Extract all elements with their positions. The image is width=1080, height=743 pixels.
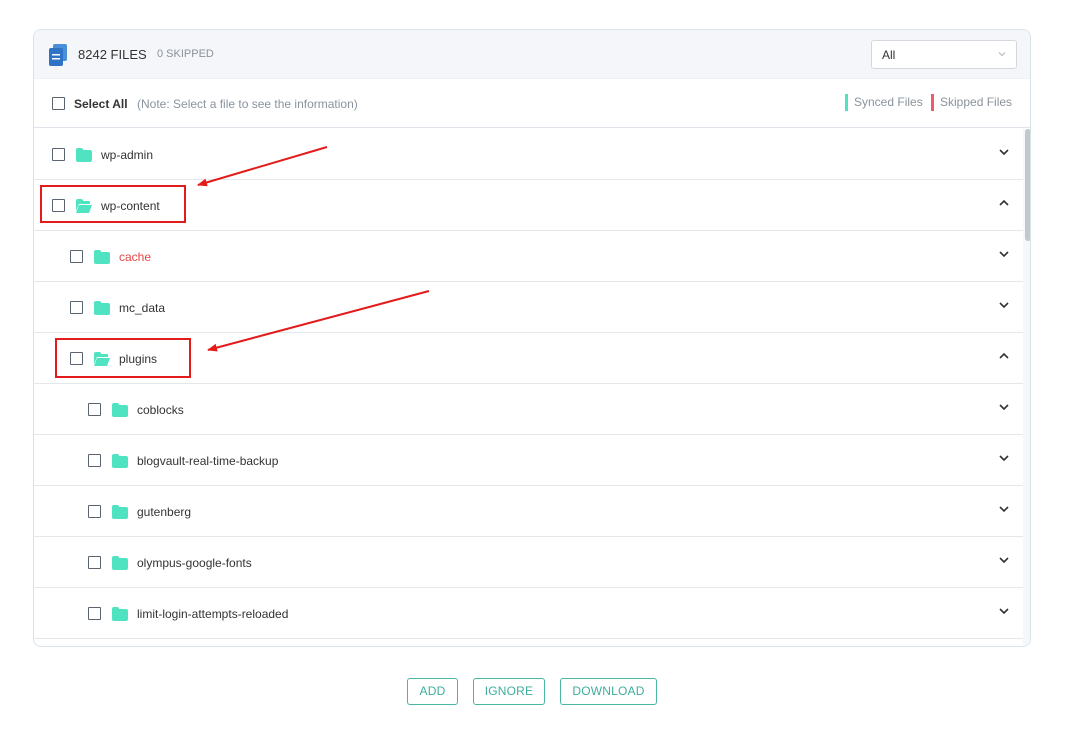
chevron-down-icon[interactable]	[998, 503, 1010, 515]
add-button[interactable]: ADD	[407, 678, 458, 705]
legend-synced-files: Synced Files	[845, 94, 923, 111]
tree-item-name[interactable]: cache	[119, 250, 151, 264]
tree-item-name[interactable]: mc_data	[119, 301, 165, 315]
folder-icon	[112, 454, 128, 468]
folder-icon	[112, 403, 128, 417]
tree-item-name[interactable]: olympus-google-fonts	[137, 556, 252, 570]
ignore-button[interactable]: IGNORE	[473, 678, 545, 705]
folder-icon	[112, 607, 128, 621]
download-button[interactable]: DOWNLOAD	[560, 678, 657, 705]
chevron-up-icon[interactable]	[998, 197, 1010, 209]
tree-item-name[interactable]: wp-admin	[101, 148, 153, 162]
row-checkbox[interactable]	[70, 250, 83, 263]
folder-icon	[112, 505, 128, 519]
tree-item-name[interactable]: gutenberg	[137, 505, 191, 519]
tree-row-mc_data[interactable]: mc_data	[34, 282, 1023, 333]
row-checkbox[interactable]	[88, 556, 101, 569]
select-all-label[interactable]: Select All	[74, 97, 128, 111]
skipped-count: 0 SKIPPED	[157, 48, 214, 60]
tree-row-limit-login-attempts-reloaded[interactable]: limit-login-attempts-reloaded	[34, 588, 1023, 639]
folder-icon	[76, 148, 92, 162]
tree-row-gutenberg[interactable]: gutenberg	[34, 486, 1023, 537]
chevron-down-icon	[998, 52, 1006, 57]
tree-row-cache[interactable]: cache	[34, 231, 1023, 282]
tree-row-coblocks[interactable]: coblocks	[34, 384, 1023, 435]
folder-icon	[94, 250, 110, 264]
chevron-down-icon[interactable]	[998, 401, 1010, 413]
select-all-checkbox[interactable]	[52, 97, 65, 110]
tree-row-wp-admin[interactable]: wp-admin	[34, 129, 1023, 180]
tree-item-name[interactable]: coblocks	[137, 403, 184, 417]
legend-skipped-files: Skipped Files	[931, 94, 1012, 111]
filter-select[interactable]: All	[871, 40, 1017, 69]
row-checkbox[interactable]	[52, 148, 65, 161]
chevron-down-icon[interactable]	[998, 452, 1010, 464]
file-icon	[49, 44, 67, 66]
row-checkbox[interactable]	[88, 607, 101, 620]
row-checkbox[interactable]	[88, 505, 101, 518]
chevron-down-icon[interactable]	[998, 554, 1010, 566]
highlight-box-plugins	[55, 338, 191, 378]
row-checkbox[interactable]	[70, 301, 83, 314]
selection-note: (Note: Select a file to see the informat…	[137, 97, 358, 111]
chevron-down-icon[interactable]	[998, 146, 1010, 158]
scrollbar-thumb[interactable]	[1025, 129, 1030, 241]
row-checkbox[interactable]	[88, 403, 101, 416]
files-count: 8242 FILES	[78, 47, 147, 62]
panel-header: 8242 FILES 0 SKIPPED All	[34, 30, 1030, 79]
chevron-down-icon[interactable]	[998, 605, 1010, 617]
chevron-down-icon[interactable]	[998, 299, 1010, 311]
chevron-down-icon[interactable]	[998, 248, 1010, 260]
highlight-box-wp-content	[40, 185, 186, 223]
folder-icon	[112, 556, 128, 570]
tree-item-name[interactable]: blogvault-real-time-backup	[137, 454, 278, 468]
action-bar: ADD IGNORE DOWNLOAD	[0, 678, 1080, 706]
tree-row-olympus-google-fonts[interactable]: olympus-google-fonts	[34, 537, 1023, 588]
tree-item-name[interactable]: limit-login-attempts-reloaded	[137, 607, 288, 621]
chevron-up-icon[interactable]	[998, 350, 1010, 362]
folder-icon	[94, 301, 110, 315]
filter-select-value: All	[882, 48, 896, 62]
row-checkbox[interactable]	[88, 454, 101, 467]
tree-row-blogvault-real-time-backup[interactable]: blogvault-real-time-backup	[34, 435, 1023, 486]
list-toolbar: Select All (Note: Select a file to see t…	[34, 80, 1030, 128]
